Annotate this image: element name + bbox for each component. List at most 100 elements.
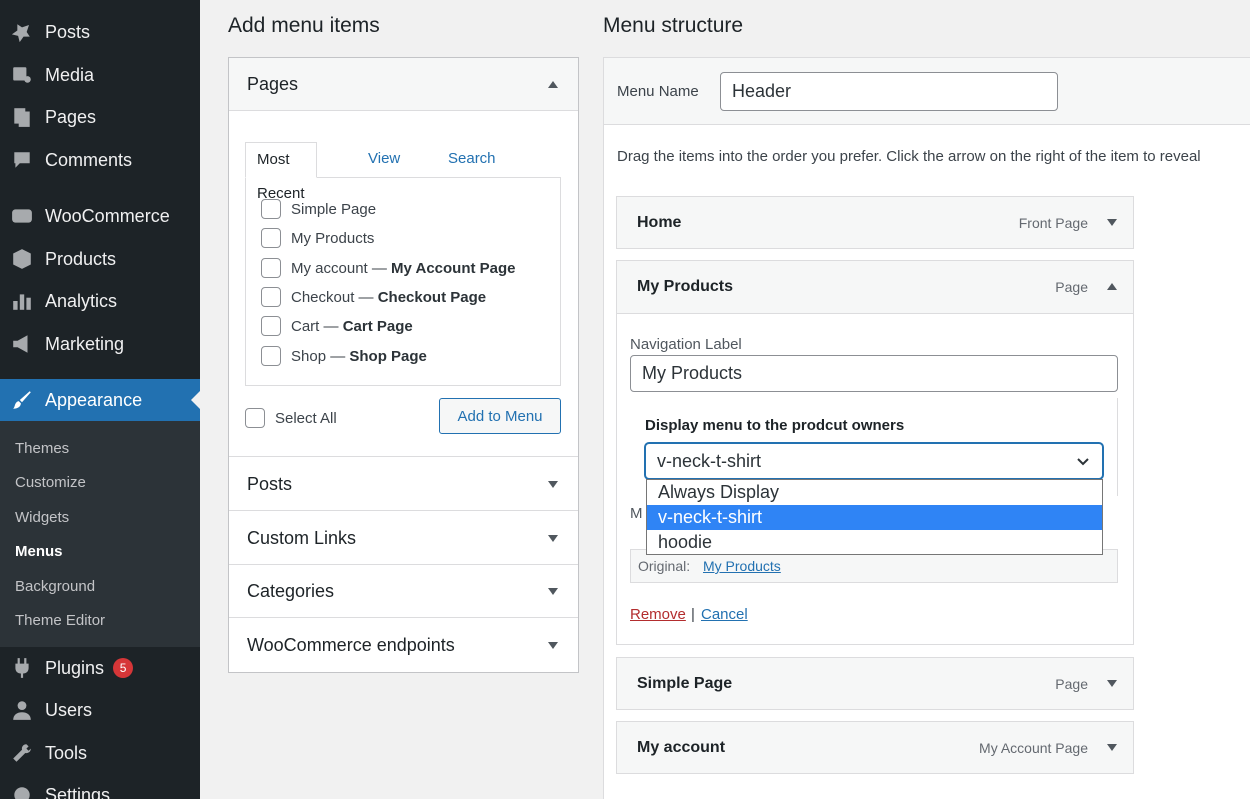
submenu-item-themes[interactable]: Themes <box>15 440 69 457</box>
custom-links-section-header[interactable]: Custom Links <box>229 512 578 565</box>
collapse-arrow-icon[interactable] <box>548 80 558 88</box>
sidebar-item-label: Settings <box>45 784 111 799</box>
expand-arrow-icon[interactable] <box>548 642 558 649</box>
instructions-text: Drag the items into the order you prefer… <box>617 148 1201 165</box>
tab-most-recent[interactable]: Most Recent <box>245 142 317 202</box>
sidebar-item-label: Plugins <box>45 657 105 678</box>
page-checkbox-row[interactable]: Cart — Cart Page <box>261 316 413 336</box>
tab-search[interactable]: Search <box>437 142 507 178</box>
sidebar-item-users[interactable]: Users <box>0 690 200 730</box>
sidebar-item-tools[interactable]: Tools <box>0 733 200 773</box>
select-all-row[interactable]: Select All <box>245 408 337 428</box>
menu-item-type: Page <box>1055 278 1088 295</box>
option-hoodie[interactable]: hoodie <box>647 530 1102 555</box>
remove-link[interactable]: Remove <box>630 606 686 623</box>
hidden-field-label: M <box>630 505 643 522</box>
expand-arrow-icon[interactable] <box>1107 219 1117 226</box>
menu-item-title: Home <box>637 213 682 231</box>
menu-item-header[interactable]: My Products Page <box>617 261 1133 312</box>
woocommerce-endpoints-section-header[interactable]: WooCommerce endpoints <box>229 619 578 672</box>
page-state: Checkout Page <box>377 288 487 306</box>
categories-section-header[interactable]: Categories <box>229 565 578 618</box>
expand-arrow-icon[interactable] <box>548 534 558 542</box>
menu-item-title: My Products <box>637 277 734 295</box>
select-all-label: Select All <box>275 409 337 427</box>
collapse-arrow-icon[interactable] <box>1107 283 1117 290</box>
menu-name-label: Menu Name <box>617 83 699 100</box>
page-state: Shop Page <box>349 347 427 365</box>
page-state: Cart Page <box>342 317 413 335</box>
menu-item-type: Front Page <box>1018 214 1088 231</box>
original-link[interactable]: My Products <box>703 558 781 574</box>
submenu-item-menus[interactable]: Menus <box>15 543 63 560</box>
media-icon <box>10 63 34 87</box>
checkbox[interactable] <box>261 228 281 248</box>
sidebar-item-label: Products <box>45 248 117 269</box>
submenu-item-theme-editor[interactable]: Theme Editor <box>15 612 105 629</box>
add-menu-items-heading: Add menu items <box>228 14 380 37</box>
menu-name-input[interactable]: Header <box>720 72 1058 111</box>
cancel-link[interactable]: Cancel <box>701 606 748 623</box>
sidebar-item-label: Analytics <box>45 290 118 311</box>
sidebar-item-label: Marketing <box>45 333 125 354</box>
page-name: Shop — <box>291 347 346 365</box>
owner-select[interactable]: v-neck-t-shirt <box>645 443 1103 479</box>
add-to-menu-button[interactable]: Add to Menu <box>439 398 561 434</box>
posts-section-header[interactable]: Posts <box>229 458 578 511</box>
expand-arrow-icon[interactable] <box>1107 680 1117 687</box>
submenu-item-customize[interactable]: Customize <box>15 474 86 491</box>
pages-section-header[interactable]: Pages <box>229 58 578 111</box>
checkbox[interactable] <box>261 316 281 336</box>
menu-item-header[interactable]: Simple Page Page <box>617 658 1133 709</box>
sidebar-item-settings[interactable]: Settings <box>0 775 200 799</box>
page-name: Cart — <box>291 317 339 335</box>
menu-item-header[interactable]: My account My Account Page <box>617 722 1133 773</box>
menu-name-bar: Menu Name Header <box>604 58 1250 125</box>
sidebar-item-label: Pages <box>45 106 97 127</box>
sidebar-item-appearance[interactable]: Appearance <box>0 379 200 421</box>
sidebar-item-woocommerce[interactable]: WooCommerce <box>0 196 200 236</box>
owner-select-dropdown: Always Display v-neck-t-shirt hoodie <box>646 479 1103 555</box>
page-name: My Products <box>291 229 375 247</box>
add-menu-items-accordion: Pages Most Recent View All Search Simple… <box>228 57 579 673</box>
submenu-item-widgets[interactable]: Widgets <box>15 509 69 526</box>
menu-item-simple-page[interactable]: Simple Page Page <box>616 657 1134 710</box>
navigation-label-label: Navigation Label <box>630 336 742 353</box>
sidebar-item-analytics[interactable]: Analytics <box>0 281 200 321</box>
section-title: Custom Links <box>247 527 357 548</box>
owner-select-value: v-neck-t-shirt <box>657 450 762 471</box>
sidebar-item-comments[interactable]: Comments <box>0 140 200 180</box>
sidebar-item-pages[interactable]: Pages <box>0 97 200 137</box>
sidebar-item-plugins[interactable]: Plugins 5 <box>0 648 200 688</box>
option-always-display[interactable]: Always Display <box>647 480 1102 505</box>
menu-structure-heading: Menu structure <box>603 14 744 37</box>
menu-item-home[interactable]: Home Front Page <box>616 196 1134 249</box>
select-all-checkbox[interactable] <box>245 408 265 428</box>
link-separator: | <box>691 606 695 623</box>
plugin-update-badge: 5 <box>113 658 134 678</box>
page-checkbox-row[interactable]: Shop — Shop Page <box>261 346 427 366</box>
sidebar-item-products[interactable]: Products <box>0 239 200 279</box>
sidebar-item-label: Users <box>45 699 93 720</box>
submenu-item-background[interactable]: Background <box>15 578 95 595</box>
expand-arrow-icon[interactable] <box>548 480 558 488</box>
option-v-neck-t-shirt[interactable]: v-neck-t-shirt <box>647 505 1102 530</box>
tab-view-all[interactable]: View All <box>357 142 411 201</box>
page-checkbox-row[interactable]: Checkout — Checkout Page <box>261 287 486 307</box>
pages-section-title: Pages <box>247 73 299 94</box>
checkbox[interactable] <box>261 287 281 307</box>
checkbox[interactable] <box>261 258 281 278</box>
plugin-icon <box>10 656 34 680</box>
checkbox[interactable] <box>261 346 281 366</box>
menu-item-my-account[interactable]: My account My Account Page <box>616 721 1134 774</box>
expand-arrow-icon[interactable] <box>1107 744 1117 751</box>
section-title: Posts <box>247 473 293 494</box>
sidebar-item-marketing[interactable]: Marketing <box>0 324 200 364</box>
sidebar-item-posts[interactable]: Posts <box>0 12 200 52</box>
expand-arrow-icon[interactable] <box>548 587 558 595</box>
sidebar-item-media[interactable]: Media <box>0 55 200 95</box>
menu-item-header[interactable]: Home Front Page <box>617 197 1133 248</box>
page-checkbox-row[interactable]: My account — My Account Page <box>261 258 516 278</box>
page-checkbox-row[interactable]: My Products <box>261 228 374 248</box>
navigation-label-input[interactable]: My Products <box>630 355 1118 392</box>
